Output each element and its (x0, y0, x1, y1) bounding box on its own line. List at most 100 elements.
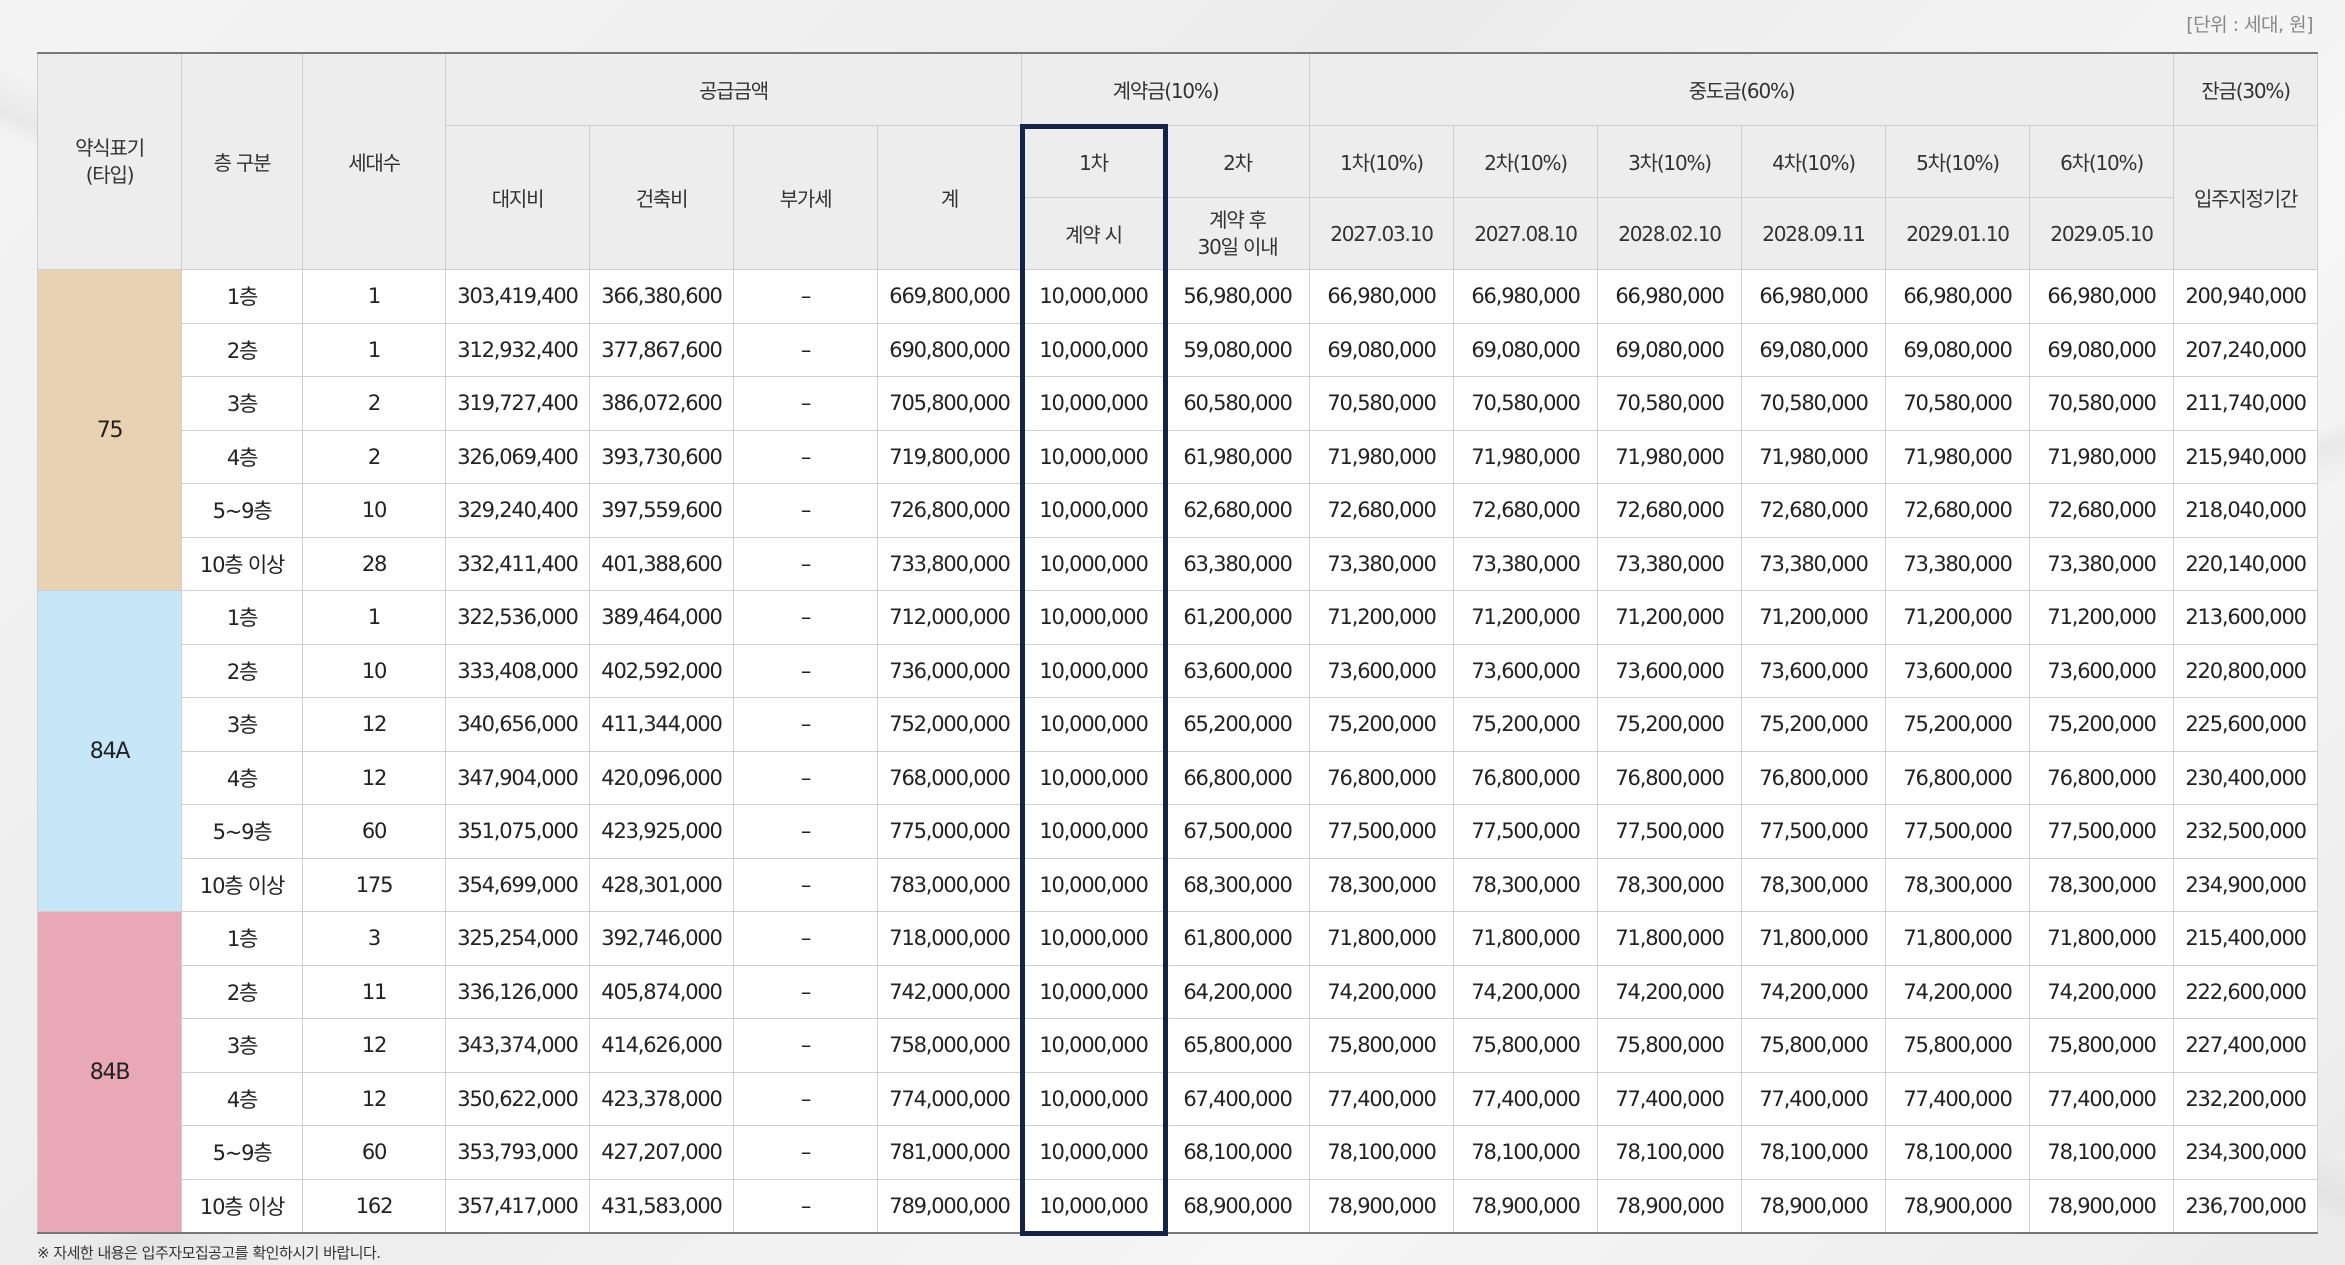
mid-6-cell: 76,800,000 (2029, 750, 2175, 805)
type-cell: 84A (37, 590, 182, 912)
mid-6-cell: 72,680,000 (2029, 483, 2175, 538)
mid-1-cell: 78,300,000 (1309, 857, 1455, 912)
mid-4-cell: 71,200,000 (1741, 590, 1887, 645)
balance-cell: 215,400,000 (2173, 911, 2319, 966)
mid-5-cell: 73,600,000 (1885, 643, 2031, 698)
mid-5-cell: 66,980,000 (1885, 269, 2031, 324)
floor-cell: 4층 (181, 429, 303, 484)
mid-2-cell: 72,680,000 (1453, 483, 1599, 538)
mid-6-cell: 78,300,000 (2029, 857, 2175, 912)
mid-4-cell: 75,200,000 (1741, 697, 1887, 752)
header-mid-4-date: 2028.09.11 (1741, 197, 1887, 270)
deposit-2-cell: 68,100,000 (1164, 1125, 1311, 1180)
mid-4-cell: 75,800,000 (1741, 1018, 1887, 1073)
households-cell: 28 (302, 536, 446, 591)
mid-5-cell: 72,680,000 (1885, 483, 2031, 538)
balance-cell: 232,500,000 (2173, 804, 2319, 859)
building-cost-cell: 389,464,000 (589, 590, 734, 645)
total-cell: 758,000,000 (877, 1018, 1022, 1073)
balance-cell: 225,600,000 (2173, 697, 2319, 752)
deposit-1-cell: 10,000,000 (1021, 590, 1166, 645)
mid-3-cell: 77,400,000 (1597, 1071, 1743, 1126)
total-cell: 781,000,000 (877, 1125, 1022, 1180)
balance-cell: 218,040,000 (2173, 483, 2319, 538)
header-deposit-1: 1차 (1021, 125, 1166, 198)
balance-cell: 207,240,000 (2173, 322, 2319, 377)
land-cost-cell: 312,932,400 (445, 322, 590, 377)
header-mid-2: 2차(10%) (1453, 125, 1599, 198)
households-cell: 10 (302, 483, 446, 538)
mid-1-cell: 75,800,000 (1309, 1018, 1455, 1073)
deposit-2-cell: 61,200,000 (1164, 590, 1311, 645)
land-cost-cell: 332,411,400 (445, 536, 590, 591)
mid-6-cell: 70,580,000 (2029, 376, 2175, 431)
header-mid-2-date: 2027.08.10 (1453, 197, 1599, 270)
header-balance: 잔금(30%) (2173, 52, 2319, 126)
mid-3-cell: 71,200,000 (1597, 590, 1743, 645)
total-cell: 719,800,000 (877, 429, 1022, 484)
total-cell: 768,000,000 (877, 750, 1022, 805)
mid-4-cell: 78,300,000 (1741, 857, 1887, 912)
header-balance-when: 입주지정기간 (2173, 125, 2319, 270)
floor-cell: 4층 (181, 750, 303, 805)
vat-cell: – (733, 1071, 878, 1126)
type-cell: 75 (37, 269, 182, 591)
mid-3-cell: 75,200,000 (1597, 697, 1743, 752)
vat-cell: – (733, 643, 878, 698)
mid-5-cell: 75,800,000 (1885, 1018, 2031, 1073)
deposit-1-cell: 10,000,000 (1021, 429, 1166, 484)
deposit-1-cell: 10,000,000 (1021, 1071, 1166, 1126)
mid-3-cell: 78,300,000 (1597, 857, 1743, 912)
table-row: 5~9층 10 329,240,400 397,559,600–726,800,000… (38, 483, 2319, 538)
mid-1-cell: 73,380,000 (1309, 536, 1455, 591)
floor-cell: 5~9층 (181, 1125, 303, 1180)
header-mid-5: 5차(10%) (1885, 125, 2031, 198)
deposit-1-cell: 10,000,000 (1021, 804, 1166, 859)
mid-2-cell: 78,300,000 (1453, 857, 1599, 912)
households-cell: 12 (302, 1071, 446, 1126)
table-row: 10층 이상 28 332,411,400 401,388,600–733,800,0… (38, 536, 2319, 591)
balance-cell: 234,900,000 (2173, 857, 2319, 912)
mid-3-cell: 78,100,000 (1597, 1125, 1743, 1180)
building-cost-cell: 420,096,000 (589, 750, 734, 805)
balance-cell: 232,200,000 (2173, 1071, 2319, 1126)
land-cost-cell: 303,419,400 (445, 269, 590, 324)
mid-5-cell: 75,200,000 (1885, 697, 2031, 752)
mid-1-cell: 71,980,000 (1309, 429, 1455, 484)
deposit-2-cell: 68,900,000 (1164, 1178, 1311, 1234)
price-table-wrapper: 약식표기 (타입) 층 구분 세대수 공급금액 계약금(10%) 중도금(60%)… (37, 52, 2319, 1236)
mid-1-cell: 78,900,000 (1309, 1178, 1455, 1234)
households-cell: 175 (302, 857, 446, 912)
mid-2-cell: 73,600,000 (1453, 643, 1599, 698)
balance-cell: 236,700,000 (2173, 1178, 2319, 1234)
mid-6-cell: 73,600,000 (2029, 643, 2175, 698)
building-cost-cell: 405,874,000 (589, 964, 734, 1019)
header-floor: 층 구분 (181, 52, 303, 270)
total-cell: 783,000,000 (877, 857, 1022, 912)
mid-5-cell: 69,080,000 (1885, 322, 2031, 377)
table-row: 3층 12 343,374,000 414,626,000–758,000,000 10… (38, 1018, 2319, 1073)
mid-5-cell: 71,980,000 (1885, 429, 2031, 484)
floor-cell: 1층 (181, 269, 303, 324)
land-cost-cell: 347,904,000 (445, 750, 590, 805)
deposit-1-cell: 10,000,000 (1021, 643, 1166, 698)
mid-1-cell: 71,800,000 (1309, 911, 1455, 966)
vat-cell: – (733, 536, 878, 591)
header-mid-6-date: 2029.05.10 (2029, 197, 2175, 270)
mid-1-cell: 75,200,000 (1309, 697, 1455, 752)
mid-5-cell: 71,800,000 (1885, 911, 2031, 966)
building-cost-cell: 366,380,600 (589, 269, 734, 324)
table-row: 3층 2 319,727,400 386,072,600–705,800,000 10,… (38, 376, 2319, 431)
mid-3-cell: 72,680,000 (1597, 483, 1743, 538)
mid-6-cell: 74,200,000 (2029, 964, 2175, 1019)
deposit-1-cell: 10,000,000 (1021, 483, 1166, 538)
balance-cell: 211,740,000 (2173, 376, 2319, 431)
vat-cell: – (733, 964, 878, 1019)
floor-cell: 10층 이상 (181, 1178, 303, 1234)
deposit-2-cell: 60,580,000 (1164, 376, 1311, 431)
vat-cell: – (733, 750, 878, 805)
table-row: 84A 1층 1 322,536,000 389,464,000–712,000,000… (37, 590, 2319, 912)
households-cell: 162 (302, 1178, 446, 1234)
type-cell: 84B (37, 911, 182, 1234)
mid-2-cell: 75,800,000 (1453, 1018, 1599, 1073)
